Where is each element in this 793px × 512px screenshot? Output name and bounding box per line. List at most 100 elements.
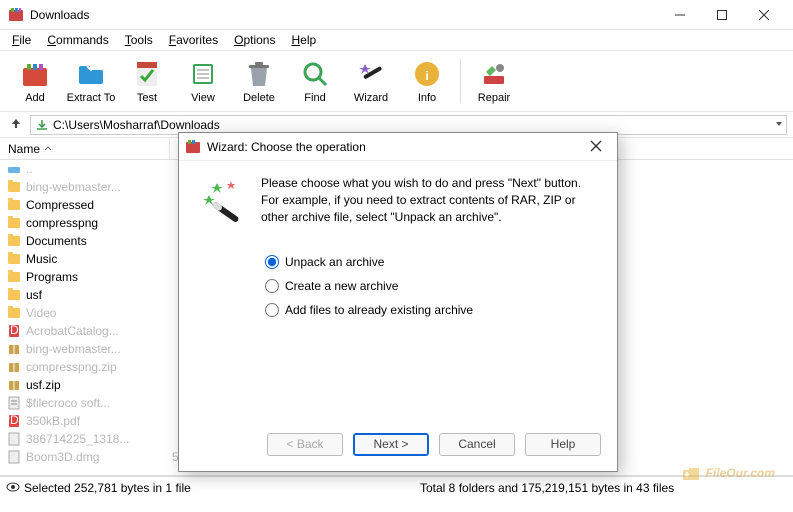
statusbar: Selected 252,781 bytes in 1 file Total 8… — [0, 476, 793, 498]
app-icon — [8, 7, 24, 23]
wizard-option-0[interactable]: Unpack an archive — [265, 255, 599, 269]
file-icon — [6, 360, 22, 374]
wizard-options: Unpack an archive Create a new archive Add… — [265, 255, 599, 317]
file-icon: PDF — [6, 324, 22, 338]
file-name: Documents — [26, 234, 170, 248]
file-icon — [6, 396, 22, 410]
radio-icon[interactable] — [265, 255, 279, 269]
file-name: bing-webmaster... — [26, 342, 170, 356]
wizard-content: Please choose what you wish to do and pr… — [261, 175, 599, 417]
menu-file[interactable]: File — [6, 31, 37, 49]
wizard-icon — [197, 175, 251, 417]
next-button[interactable]: Next > — [353, 433, 429, 456]
file-icon — [6, 252, 22, 266]
wizard-close-button[interactable] — [581, 139, 611, 155]
file-icon — [6, 288, 22, 302]
path-text: C:\Users\Mosharraf\Downloads — [53, 118, 220, 132]
wizard-title: Wizard: Choose the operation — [207, 140, 581, 154]
window-buttons — [659, 1, 785, 29]
file-name: Boom3D.dmg — [26, 450, 170, 464]
add-icon — [19, 58, 51, 90]
file-name: $filecroco soft... — [26, 396, 170, 410]
toolbar-wizard[interactable]: Wizard — [344, 56, 398, 106]
file-name: Video — [26, 306, 170, 320]
toolbar-repair[interactable]: Repair — [467, 56, 521, 106]
file-icon — [6, 378, 22, 392]
wizard-text: Please choose what you wish to do and pr… — [261, 175, 599, 225]
menubar: FileCommands ToolsFavoritesOptionsHelp — [0, 30, 793, 50]
file-icon: PDF — [6, 414, 22, 428]
file-name: compresspng.zip — [26, 360, 170, 374]
find-icon — [299, 58, 331, 90]
toolbar-delete[interactable]: Delete — [232, 56, 286, 106]
wizard-icon — [355, 58, 387, 90]
file-name: 350kB.pdf — [26, 414, 170, 428]
toolbar-info[interactable]: iInfo — [400, 56, 454, 106]
radio-icon[interactable] — [265, 303, 279, 317]
wizard-buttons: < Back Next > Cancel Help — [179, 427, 617, 471]
status-left: Selected 252,781 bytes in 1 file — [20, 481, 380, 495]
menu-tools[interactable]: Tools — [119, 31, 159, 49]
wizard-titlebar[interactable]: Wizard: Choose the operation — [179, 133, 617, 161]
window-title: Downloads — [30, 8, 659, 22]
wizard-dialog: Wizard: Choose the operation Please choo… — [178, 132, 618, 472]
toolbar-test[interactable]: Test — [120, 56, 174, 106]
svg-text:PDF: PDF — [7, 324, 21, 337]
maximize-button[interactable] — [701, 1, 743, 29]
file-icon — [6, 270, 22, 284]
file-name: usf — [26, 288, 170, 302]
file-icon — [6, 432, 22, 446]
back-button[interactable]: < Back — [267, 433, 343, 456]
file-icon — [6, 180, 22, 194]
column-name[interactable]: Name — [0, 138, 170, 159]
toolbar: AddExtract ToTestViewDeleteFindWizardiIn… — [0, 50, 793, 112]
menu-help[interactable]: Help — [285, 31, 322, 49]
download-icon — [35, 118, 49, 132]
file-name: compresspng — [26, 216, 170, 230]
delete-icon — [243, 58, 275, 90]
file-name: AcrobatCatalog... — [26, 324, 170, 338]
menu-options[interactable]: Options — [228, 31, 281, 49]
file-icon — [6, 216, 22, 230]
repair-icon — [478, 58, 510, 90]
close-button[interactable] — [743, 1, 785, 29]
toolbar-extract-to[interactable]: Extract To — [64, 56, 118, 106]
watermark: FileOur.com — [680, 462, 775, 484]
test-icon — [131, 58, 163, 90]
toolbar-view[interactable]: View — [176, 56, 230, 106]
file-icon — [6, 306, 22, 320]
svg-text:PDF: PDF — [7, 414, 21, 427]
wizard-option-1[interactable]: Create a new archive — [265, 279, 599, 293]
file-name: Compressed — [26, 198, 170, 212]
file-icon — [6, 450, 22, 464]
up-button[interactable] — [6, 115, 26, 135]
wizard-body: Please choose what you wish to do and pr… — [179, 161, 617, 427]
cancel-button[interactable]: Cancel — [439, 433, 515, 456]
svg-text:i: i — [425, 69, 428, 83]
view-icon — [187, 58, 219, 90]
file-name: bing-webmaster... — [26, 180, 170, 194]
file-icon — [6, 234, 22, 248]
menu-favorites[interactable]: Favorites — [163, 31, 224, 49]
titlebar: Downloads — [0, 0, 793, 30]
toolbar-add[interactable]: Add — [8, 56, 62, 106]
file-icon — [6, 342, 22, 356]
toolbar-find[interactable]: Find — [288, 56, 342, 106]
radio-icon[interactable] — [265, 279, 279, 293]
info-icon: i — [411, 58, 443, 90]
file-icon — [6, 162, 22, 176]
sort-icon — [44, 145, 52, 153]
dropdown-icon[interactable] — [774, 118, 784, 132]
file-name: 386714225_1318... — [26, 432, 170, 446]
help-button[interactable]: Help — [525, 433, 601, 456]
menu-commands[interactable]: Commands — [41, 31, 114, 49]
minimize-button[interactable] — [659, 1, 701, 29]
extract-to-icon — [75, 58, 107, 90]
file-icon — [6, 198, 22, 212]
file-name: Programs — [26, 270, 170, 284]
file-name: .. — [26, 162, 170, 176]
wizard-app-icon — [185, 139, 201, 155]
file-name: Music — [26, 252, 170, 266]
wizard-option-2[interactable]: Add files to already existing archive — [265, 303, 599, 317]
status-icon — [0, 481, 20, 495]
